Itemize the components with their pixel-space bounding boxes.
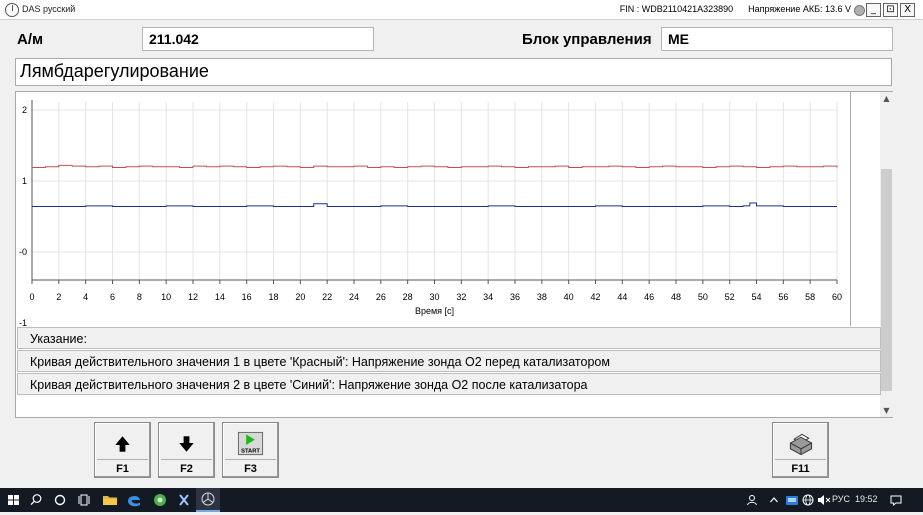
x-tick-label: 2 — [56, 292, 61, 302]
series-line-1 — [32, 164, 838, 169]
window-title: DAS русский — [22, 4, 76, 14]
x-tick-label: 50 — [698, 292, 708, 302]
notifications-icon[interactable] — [884, 488, 908, 512]
status-indicator-icon — [854, 5, 865, 16]
y-tick-label: 1 — [22, 176, 27, 186]
fin-number: FIN : WDB2110421A323890 — [619, 4, 734, 14]
people-icon[interactable] — [740, 488, 764, 512]
title-bar: DAS русский FIN : WDB2110421A323890 Напр… — [0, 0, 923, 20]
scroll-thumb[interactable] — [881, 169, 892, 391]
x-tick-label: 38 — [537, 292, 547, 302]
clock[interactable]: 19:52 — [855, 494, 878, 504]
x-tick-label: 14 — [215, 292, 225, 302]
f2-button[interactable]: F2 — [158, 422, 215, 478]
x-tick-label: 52 — [725, 292, 735, 302]
start-icon-text: START — [241, 449, 260, 455]
x-tick-label: 42 — [590, 292, 600, 302]
battery-voltage: Напряжение АКБ: 13.6 V — [748, 4, 851, 14]
f11-button[interactable]: F11 — [772, 422, 829, 478]
f11-label: F11 — [791, 463, 810, 475]
language-indicator[interactable]: РУС — [832, 494, 850, 504]
x-tick-label: 40 — [564, 292, 574, 302]
windows-start-icon[interactable] — [2, 488, 26, 512]
model-field: 211.042 — [142, 27, 374, 51]
scroll-down-icon[interactable]: ▼ — [880, 404, 893, 417]
app-green-icon[interactable] — [148, 488, 172, 512]
x-tick-label: 54 — [751, 292, 761, 302]
x-tick-label: 56 — [778, 292, 788, 302]
x-tick-label: 10 — [161, 292, 171, 302]
lambda-chart: 2 1 -0 -1 0 2 4 6 8 10 12 14 16 18 20 22 24 26 28 30 32 34 36 3… — [17, 92, 851, 328]
f1-label: F1 — [116, 463, 129, 475]
model-label: А/м — [17, 31, 44, 48]
x-tick-label: 24 — [349, 292, 359, 302]
cortana-icon[interactable] — [48, 488, 72, 512]
x-tick-label: 48 — [671, 292, 681, 302]
chart-svg: 21-0-10 2 4 6 8 10 12 14 16 18 20 22 24 26 28 30 32 34 36 3… — [19, 100, 842, 328]
x-tick-label: 16 — [242, 292, 252, 302]
ecu-label: Блок управления — [522, 31, 652, 48]
windows-taskbar: РУС 19:52 — [0, 488, 923, 512]
printer-icon — [789, 433, 813, 456]
search-icon[interactable] — [24, 488, 48, 512]
vertical-scrollbar[interactable]: ▲ ▼ — [880, 92, 893, 417]
x-tick-label: 60 — [832, 292, 842, 302]
y-tick-label: -1 — [19, 318, 27, 326]
das-app-icon — [201, 492, 215, 506]
arrow-up-icon — [115, 436, 130, 452]
x-tick-label: 12 — [188, 292, 198, 302]
arrow-down-icon — [179, 436, 194, 452]
x-tick-label: 0 — [29, 292, 34, 302]
x-axis-label: Время [с] — [415, 306, 454, 316]
task-view-icon[interactable] — [72, 488, 96, 512]
x-tick-label: 18 — [268, 292, 278, 302]
edge-browser-icon[interactable] — [122, 488, 146, 512]
x-tick-label: 58 — [805, 292, 815, 302]
app-tool-icon[interactable] — [172, 488, 196, 512]
f2-label: F2 — [180, 463, 193, 475]
x-tick-label: 30 — [429, 292, 439, 302]
x-tick-label: 6 — [110, 292, 115, 302]
y-tick-label: -0 — [19, 247, 27, 257]
x-tick-label: 34 — [483, 292, 493, 302]
f1-button[interactable]: F1 — [94, 422, 151, 478]
note-heading: Указание: — [17, 327, 881, 349]
start-icon: START — [237, 431, 264, 456]
x-tick-label: 36 — [510, 292, 520, 302]
x-tick-label: 22 — [322, 292, 332, 302]
x-tick-label: 8 — [137, 292, 142, 302]
x-tick-label: 46 — [644, 292, 654, 302]
note-line-2: Кривая действительного значения 2 в цвет… — [17, 373, 881, 395]
file-explorer-icon[interactable] — [98, 488, 122, 512]
x-tick-label: 26 — [376, 292, 386, 302]
das-window: DAS русский FIN : WDB2110421A323890 Напр… — [0, 0, 923, 488]
f3-button[interactable]: START F3 — [222, 422, 279, 478]
das-taskbar-item[interactable] — [196, 488, 220, 512]
x-tick-label: 32 — [456, 292, 466, 302]
mercedes-logo-icon — [5, 3, 19, 17]
close-button[interactable]: X — [900, 3, 915, 17]
section-title: Лямбдарегулирование — [15, 58, 892, 86]
ecu-field: ME — [661, 27, 893, 51]
fin-battery-info: FIN : WDB2110421A323890 Напряжение АКБ: … — [620, 4, 851, 14]
scroll-up-icon[interactable]: ▲ — [880, 92, 893, 105]
x-tick-label: 44 — [617, 292, 627, 302]
x-tick-label: 4 — [83, 292, 88, 302]
x-tick-label: 28 — [403, 292, 413, 302]
y-tick-label: 2 — [22, 105, 27, 115]
restore-button[interactable]: ⊡ — [883, 3, 898, 17]
f3-label: F3 — [244, 463, 257, 475]
note-line-1: Кривая действительного значения 1 в цвет… — [17, 350, 881, 372]
x-tick-label: 20 — [295, 292, 305, 302]
minimize-button[interactable]: _ — [866, 3, 881, 17]
